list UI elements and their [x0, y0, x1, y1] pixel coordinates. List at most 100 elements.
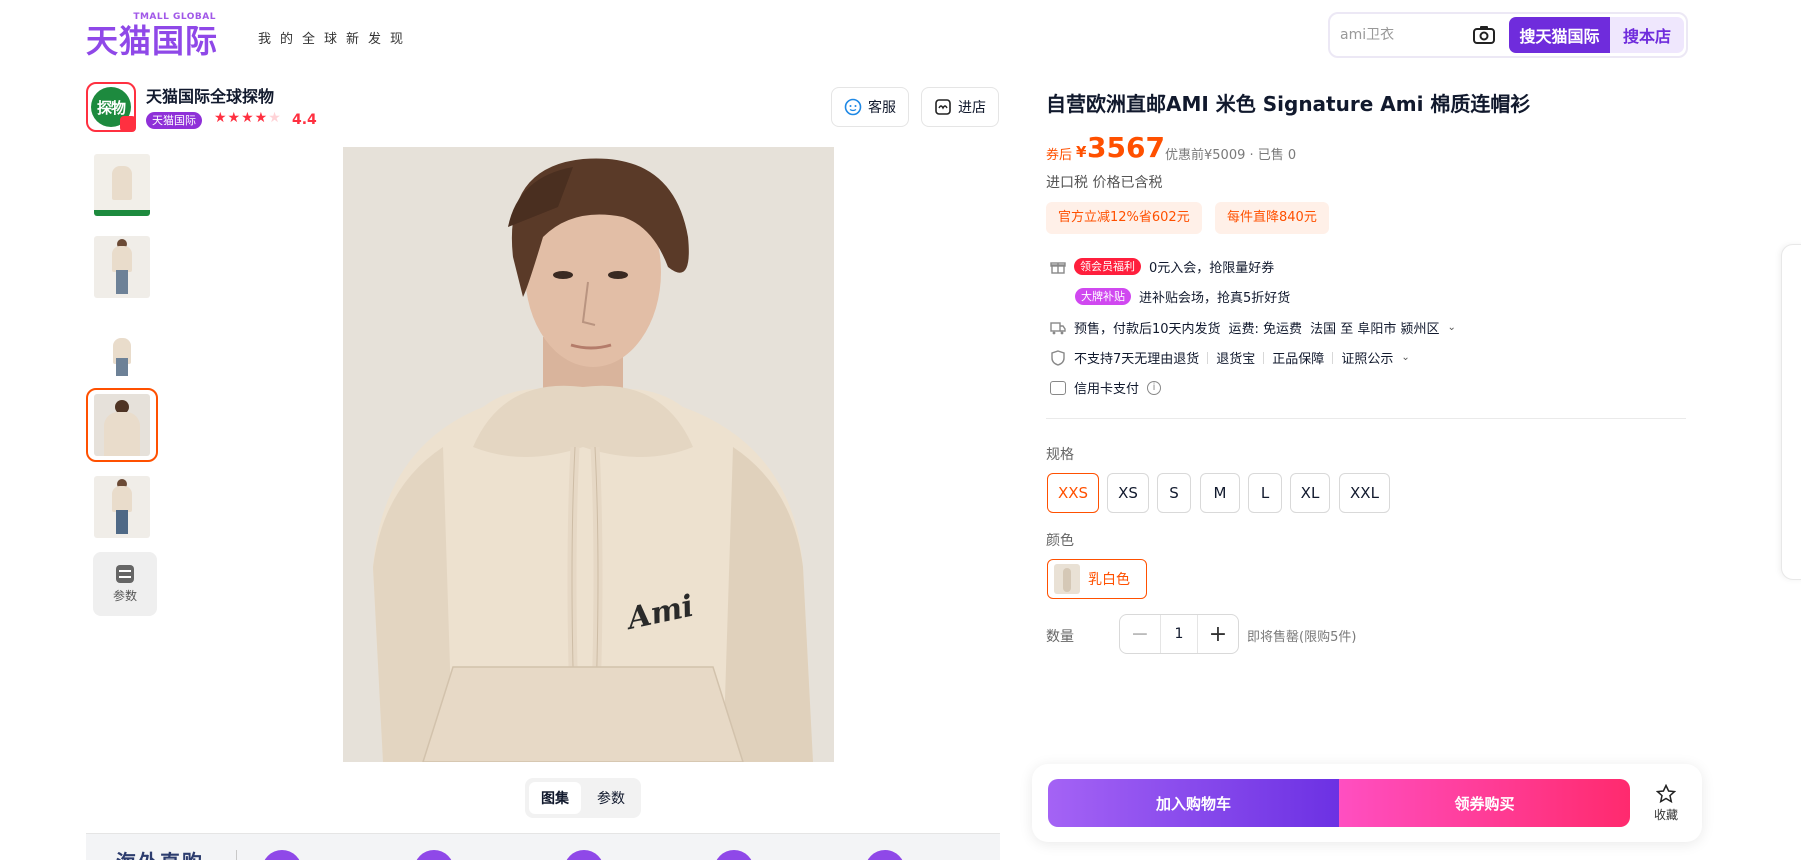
color-label: 颜色 [1046, 533, 1074, 549]
shop-type-badge: 天猫国际 [146, 112, 202, 129]
divider [1263, 351, 1265, 364]
price-currency: ¥ [1076, 143, 1087, 161]
thumbnail-2[interactable] [86, 230, 158, 304]
license-info: 证照公示 [1341, 352, 1394, 367]
quantity-label: 数量 [1046, 629, 1074, 645]
tab-params[interactable]: 参数 [585, 782, 637, 814]
brand-subsidy-row[interactable]: 大牌补贴 进补贴会场，抢真5折好货 [1075, 287, 1290, 306]
favorite-label: 收藏 [1653, 808, 1678, 822]
brand-subsidy-text: 进补贴会场，抢真5折好货 [1139, 291, 1291, 306]
member-benefit-row[interactable]: 领会员福利 0元入会，抢限量好券 [1050, 257, 1274, 276]
payment-text: 信用卡支付 [1074, 382, 1140, 397]
tmall-global-logo[interactable]: TMALL GLOBAL 天猫国际 [86, 12, 218, 60]
star-icon [1656, 784, 1676, 804]
size-option-xl[interactable]: XL [1290, 473, 1330, 513]
shop-avatar-badge-icon [120, 116, 136, 132]
size-option-xxs[interactable]: XXS [1047, 473, 1099, 513]
feature-circle-icon [564, 850, 604, 860]
divider [1207, 351, 1209, 364]
size-option-m[interactable]: M [1200, 473, 1240, 513]
thumbnail-4[interactable] [86, 388, 158, 462]
search-tmall-button[interactable]: 搜天猫国际 [1509, 17, 1610, 53]
size-option-xxl[interactable]: XXL [1339, 473, 1390, 513]
camera-icon[interactable] [1472, 24, 1496, 46]
thumbnail-1[interactable] [86, 148, 158, 222]
main-product-image[interactable]: Ami [343, 147, 834, 762]
divider [1332, 351, 1334, 364]
customer-service-button[interactable]: 客服 [831, 87, 909, 127]
shipping-text: 预售，付款后10天内发货 [1074, 322, 1221, 337]
brand-subsidy-tag: 大牌补贴 [1075, 288, 1131, 305]
view-tabs: 图集 参数 [525, 778, 641, 818]
enter-shop-button[interactable]: 进店 [921, 87, 999, 127]
params-thumbnail-button[interactable]: 参数 [93, 552, 157, 616]
chevron-down-icon[interactable]: ⌄ [1447, 322, 1455, 333]
search-store-button[interactable]: 搜本店 [1610, 17, 1684, 53]
overseas-strip: 海外直购 [86, 833, 1000, 860]
search-bar: 搜天猫国际 搜本店 [1328, 12, 1688, 58]
purchase-action-bar: 加入购物车 领券购买 收藏 [1032, 764, 1702, 842]
quantity-increase-button[interactable]: + [1198, 615, 1238, 653]
quantity-decrease-button[interactable]: − [1120, 615, 1160, 653]
credit-card-icon [1050, 380, 1066, 395]
tab-gallery[interactable]: 图集 [529, 782, 581, 814]
customer-service-label: 客服 [868, 100, 896, 116]
favorite-button[interactable]: 收藏 [1644, 784, 1688, 828]
member-text: 0元入会，抢限量好券 [1149, 261, 1275, 276]
thumbnail-5[interactable] [86, 470, 158, 544]
logo-subtitle: TMALL GLOBAL [133, 12, 216, 22]
shop-rating-stars: ★★★★★ [214, 110, 282, 126]
gift-icon [1050, 261, 1066, 274]
return-policy: 不支持7天无理由退货 [1074, 352, 1200, 367]
feature-circle-icon [714, 850, 754, 860]
header-slogan: 我的全球新发现 [258, 32, 413, 47]
shop-rating-value: 4.4 [292, 112, 317, 128]
quantity-note: 即将售罄(限购5件) [1247, 630, 1357, 645]
overseas-strip-label: 海外直购 [116, 846, 204, 860]
shipping-route[interactable]: 法国 至 阜阳市 颍州区 [1310, 318, 1439, 337]
thumbnail-3[interactable] [86, 312, 158, 386]
section-divider [1046, 418, 1686, 419]
size-option-s[interactable]: S [1157, 473, 1191, 513]
shipping-row: 预售，付款后10天内发货 运费: 免运费 法国 至 阜阳市 颍州区 ⌄ [1050, 318, 1456, 337]
price-label: 券后 [1046, 148, 1073, 163]
member-tag: 领会员福利 [1074, 258, 1141, 275]
size-label: 规格 [1046, 447, 1074, 463]
shield-icon [1051, 349, 1065, 366]
chat-bubble-icon [844, 98, 862, 116]
price-value: 3567 [1087, 131, 1165, 164]
sliders-icon [116, 564, 134, 583]
info-icon[interactable]: i [1147, 380, 1162, 395]
promo-tag-direct-reduction[interactable]: 每件直降840元 [1215, 202, 1329, 234]
size-option-l[interactable]: L [1248, 473, 1282, 513]
feature-circle-icon [414, 850, 454, 860]
truck-icon [1050, 321, 1066, 334]
shop-name[interactable]: 天猫国际全球探物 [146, 83, 274, 107]
quantity-value[interactable]: 1 [1160, 615, 1198, 653]
enter-shop-label: 进店 [958, 100, 986, 116]
buy-with-coupon-button[interactable]: 领券购买 [1339, 779, 1630, 827]
store-icon [935, 99, 951, 115]
color-option-label: 乳白色 [1088, 572, 1130, 588]
authentic-guarantee: 正品保障 [1272, 352, 1325, 367]
search-input[interactable] [1340, 22, 1460, 48]
product-photo: Ami [343, 147, 834, 762]
tax-info: 进口税 价格已含税 [1046, 175, 1163, 191]
logo-text: 天猫国际 [86, 22, 219, 60]
freight-text: 运费: 免运费 [1228, 322, 1303, 337]
params-thumbnail-label: 参数 [112, 588, 137, 603]
color-option-ivory[interactable]: 乳白色 [1047, 559, 1147, 599]
color-swatch [1054, 564, 1080, 594]
original-price-and-sales: 优惠前¥5009 · 已售 0 [1165, 148, 1297, 163]
promo-tag-discount[interactable]: 官方立减12%省602元 [1046, 202, 1202, 234]
right-side-toolbar[interactable] [1781, 244, 1801, 580]
payment-row: 信用卡支付 i [1050, 378, 1162, 397]
return-insurance: 退货宝 [1216, 352, 1256, 367]
guarantee-row[interactable]: 不支持7天无理由退货 退货宝 正品保障 证照公示 ⌄ [1050, 348, 1410, 367]
shop-avatar[interactable]: 探物 [86, 82, 136, 132]
feature-circle-icon [262, 850, 302, 860]
size-option-xs[interactable]: XS [1107, 473, 1149, 513]
add-to-cart-button[interactable]: 加入购物车 [1048, 779, 1339, 827]
chevron-down-icon[interactable]: ⌄ [1401, 352, 1409, 363]
product-title: 自营欧洲直邮AMI 米色 Signature Ami 棉质连帽衫 [1046, 92, 1531, 116]
